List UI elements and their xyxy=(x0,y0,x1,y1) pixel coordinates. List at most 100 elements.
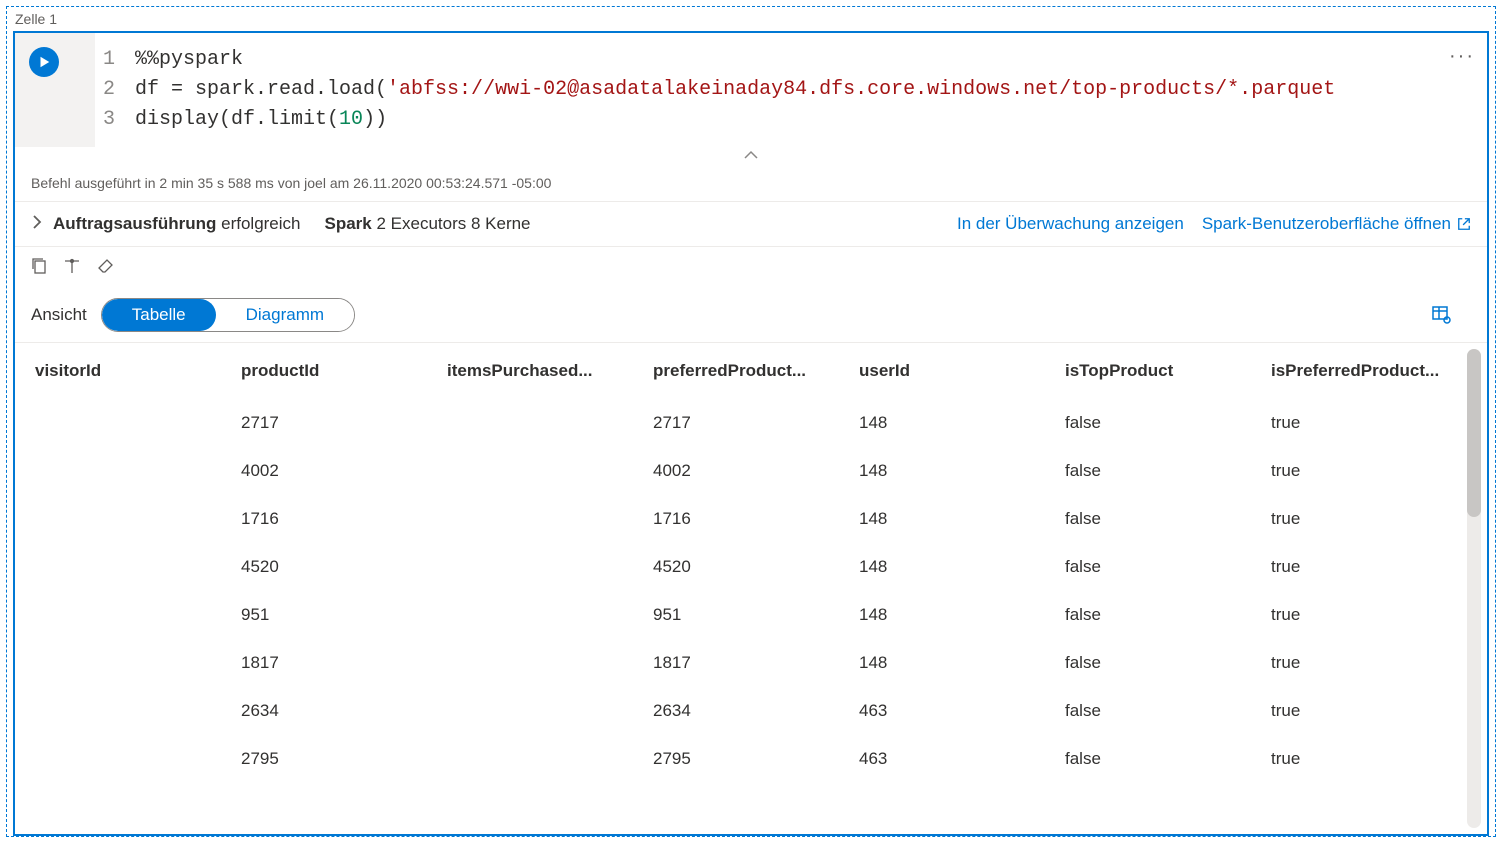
table-cell: 148 xyxy=(839,495,1045,543)
table-cell xyxy=(427,687,633,735)
table-cell xyxy=(427,591,633,639)
table-row[interactable]: 27172717148falsetrue xyxy=(15,399,1457,447)
eraser-icon xyxy=(97,258,115,274)
table-cell: 2795 xyxy=(221,735,427,783)
table-cell: true xyxy=(1251,399,1457,447)
cell-body: 1%%pyspark 2df = spark.read.load('abfss:… xyxy=(13,31,1489,836)
table-settings-icon xyxy=(1431,304,1451,324)
code-number: 10 xyxy=(339,105,363,135)
code-editor-row: 1%%pyspark 2df = spark.read.load('abfss:… xyxy=(15,33,1487,147)
table-cell: false xyxy=(1045,735,1251,783)
col-userId[interactable]: userId xyxy=(839,343,1045,399)
code-text: display(df.limit( xyxy=(135,105,339,135)
tab-chart[interactable]: Diagramm xyxy=(216,299,354,331)
execution-summary-row: Auftragsausführung erfolgreich Spark 2 E… xyxy=(15,202,1487,247)
chevron-up-icon xyxy=(744,150,758,160)
table-cell xyxy=(15,447,221,495)
external-link-icon xyxy=(1457,217,1471,231)
execution-links: In der Überwachung anzeigen Spark-Benutz… xyxy=(957,214,1471,234)
table-cell: false xyxy=(1045,591,1251,639)
table-cell: false xyxy=(1045,687,1251,735)
execution-left: Auftragsausführung erfolgreich Spark 2 E… xyxy=(53,214,957,234)
table-settings-button[interactable] xyxy=(1431,304,1451,327)
cell-label: Zelle 1 xyxy=(7,7,1495,27)
view-switcher-row: Ansicht Tabelle Diagramm xyxy=(15,282,1487,343)
col-itemsPurchased[interactable]: itemsPurchased... xyxy=(427,343,633,399)
code-text: df = spark.read.load( xyxy=(135,75,387,105)
table-cell: true xyxy=(1251,735,1457,783)
table-header-row: visitorId productId itemsPurchased... pr… xyxy=(15,343,1457,399)
table-cell: 4520 xyxy=(633,543,839,591)
table-cell xyxy=(15,735,221,783)
col-visitorId[interactable]: visitorId xyxy=(15,343,221,399)
table-cell: true xyxy=(1251,687,1457,735)
table-cell: 2717 xyxy=(221,399,427,447)
table-row[interactable]: 45204520148falsetrue xyxy=(15,543,1457,591)
table-cell: 1817 xyxy=(221,639,427,687)
collapse-output-button[interactable] xyxy=(15,147,1487,165)
table-cell xyxy=(15,543,221,591)
output-table-wrap: visitorId productId itemsPurchased... pr… xyxy=(15,343,1487,834)
table-cell: false xyxy=(1045,543,1251,591)
table-cell xyxy=(15,495,221,543)
table-cell xyxy=(427,543,633,591)
play-icon xyxy=(37,55,51,69)
col-isPreferredProduct[interactable]: isPreferredProduct... xyxy=(1251,343,1457,399)
table-cell: 951 xyxy=(221,591,427,639)
chevron-right-icon xyxy=(31,215,43,229)
table-cell: false xyxy=(1045,447,1251,495)
table-cell: 2717 xyxy=(633,399,839,447)
col-isTopProduct[interactable]: isTopProduct xyxy=(1045,343,1251,399)
table-cell: 148 xyxy=(839,591,1045,639)
spark-label: Spark xyxy=(325,214,372,233)
spark-detail: 2 Executors 8 Kerne xyxy=(376,214,530,233)
table-cell: 1716 xyxy=(221,495,427,543)
table-cell: 1716 xyxy=(633,495,839,543)
table-cell: true xyxy=(1251,639,1457,687)
table-cell: 148 xyxy=(839,399,1045,447)
table-cell: true xyxy=(1251,591,1457,639)
open-spark-ui-link[interactable]: Spark-Benutzeroberfläche öffnen xyxy=(1202,214,1471,234)
tab-table[interactable]: Tabelle xyxy=(102,299,216,331)
run-cell-button[interactable] xyxy=(29,47,59,77)
code-editor[interactable]: 1%%pyspark 2df = spark.read.load('abfss:… xyxy=(95,33,1487,147)
expand-execution-button[interactable] xyxy=(31,214,43,234)
maximize-output-button[interactable] xyxy=(63,258,81,277)
col-productId[interactable]: productId xyxy=(221,343,427,399)
notebook-cell: Zelle 1 1%%pyspark 2df = spark.read.load… xyxy=(6,6,1496,837)
table-cell: true xyxy=(1251,495,1457,543)
copy-output-button[interactable] xyxy=(31,257,47,278)
table-cell: 463 xyxy=(839,735,1045,783)
table-row[interactable]: 26342634463falsetrue xyxy=(15,687,1457,735)
output-toolbar xyxy=(15,247,1487,282)
table-row[interactable]: 17161716148falsetrue xyxy=(15,495,1457,543)
table-row[interactable]: 40024002148falsetrue xyxy=(15,447,1457,495)
cell-more-button[interactable]: ··· xyxy=(1449,45,1475,68)
code-string: 'abfss://wwi-02@asadatalakeinaday84.dfs.… xyxy=(387,75,1335,105)
table-cell xyxy=(427,735,633,783)
table-cell: 2795 xyxy=(633,735,839,783)
col-preferredProduct[interactable]: preferredProduct... xyxy=(633,343,839,399)
table-cell: 4520 xyxy=(221,543,427,591)
table-cell: 463 xyxy=(839,687,1045,735)
scrollbar-thumb[interactable] xyxy=(1467,349,1481,517)
table-cell xyxy=(15,399,221,447)
code-text: %%pyspark xyxy=(135,45,243,75)
table-cell: false xyxy=(1045,399,1251,447)
table-cell: 2634 xyxy=(221,687,427,735)
table-cell: 2634 xyxy=(633,687,839,735)
table-scrollbar[interactable] xyxy=(1467,349,1481,828)
table-cell xyxy=(427,495,633,543)
table-row[interactable]: 18171817148falsetrue xyxy=(15,639,1457,687)
table-cell: 1817 xyxy=(633,639,839,687)
table-cell xyxy=(15,639,221,687)
clear-output-button[interactable] xyxy=(97,258,115,277)
output-table: visitorId productId itemsPurchased... pr… xyxy=(15,343,1457,783)
table-row[interactable]: 951951148falsetrue xyxy=(15,591,1457,639)
table-cell xyxy=(15,591,221,639)
table-cell xyxy=(427,639,633,687)
table-cell: 148 xyxy=(839,447,1045,495)
table-cell: 951 xyxy=(633,591,839,639)
table-row[interactable]: 27952795463falsetrue xyxy=(15,735,1457,783)
open-monitoring-link[interactable]: In der Überwachung anzeigen xyxy=(957,214,1184,234)
